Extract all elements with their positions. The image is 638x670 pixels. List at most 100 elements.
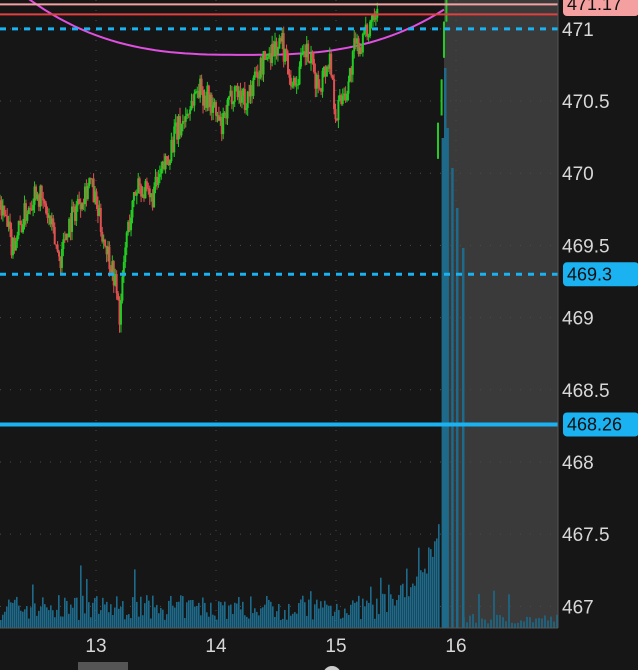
volume-bar	[30, 607, 32, 628]
volume-bar	[274, 616, 276, 628]
volume-bar	[176, 601, 178, 628]
volume-bar	[336, 603, 338, 628]
volume-bar	[172, 605, 174, 628]
volume-bar	[78, 619, 80, 628]
candle-body	[245, 108, 248, 110]
volume-bar	[316, 599, 318, 628]
volume-bar	[34, 603, 36, 628]
volume-bar	[46, 607, 48, 628]
volume-bar	[32, 584, 34, 628]
volume-bar	[376, 598, 378, 628]
x-axis: 13 14 15 16	[85, 636, 466, 657]
volume-bar	[370, 586, 372, 628]
candle-body	[88, 178, 91, 186]
volume-bar	[326, 604, 328, 628]
volume-bar	[142, 615, 144, 628]
volume-bar	[228, 605, 230, 628]
candle-body	[108, 246, 111, 270]
candle-body	[367, 35, 370, 37]
volume-bar	[250, 596, 252, 628]
candle-body	[311, 53, 314, 59]
y-tick-label: 470	[562, 164, 594, 185]
volume-bar	[520, 620, 522, 628]
candle-body	[86, 185, 89, 199]
volume-bar	[252, 613, 254, 628]
volume-bar	[14, 599, 16, 628]
volume-bar	[170, 595, 172, 628]
volume-bar	[380, 577, 382, 628]
volume-bar	[481, 618, 483, 628]
price-chart[interactable]: 467 467.5 468 468.5 469 469.5 470 470.5 471 13 14…	[0, 0, 638, 670]
volume-bar	[412, 583, 414, 628]
candle-body	[294, 78, 297, 86]
volume-bar	[44, 604, 46, 628]
volume-bar	[511, 622, 513, 628]
volume-bar	[472, 614, 474, 628]
volume-bar	[50, 605, 52, 628]
scrollbar[interactable]	[78, 662, 128, 670]
x-tick-label: 15	[325, 636, 346, 657]
volume-bar	[258, 615, 260, 628]
candle-body	[233, 86, 236, 102]
volume-bar	[48, 610, 50, 628]
candle-body	[252, 77, 255, 96]
candle-body	[243, 88, 246, 110]
volume-bar	[200, 615, 202, 628]
volume-bar	[368, 602, 370, 628]
y-tick-label: 467	[562, 597, 594, 618]
price-tag-label: 469.3	[567, 264, 612, 284]
candle-body	[366, 24, 369, 37]
volume-bar	[110, 604, 112, 628]
candle-body	[119, 300, 122, 325]
volume-bar	[478, 593, 480, 628]
candle-body	[180, 123, 183, 136]
volume-bar	[96, 596, 98, 628]
volume-bar	[162, 609, 164, 628]
volume-bar	[338, 610, 340, 628]
candle-body	[130, 217, 133, 231]
candle-body	[153, 186, 156, 208]
volume-bar	[254, 608, 256, 628]
volume-bar	[493, 590, 495, 628]
y-tick-label: 468.5	[562, 381, 610, 402]
volume-bar	[230, 604, 232, 628]
candle-body	[307, 43, 310, 62]
volume-bar	[304, 602, 306, 628]
price-tag-label: 471.17	[567, 0, 622, 14]
candle-body	[341, 95, 344, 104]
volume-bar	[523, 621, 525, 628]
volume-bar	[66, 600, 68, 628]
volume-bar	[58, 595, 60, 628]
candle-body	[19, 220, 22, 224]
price-tag-0: 471.17	[563, 0, 638, 16]
candle-body	[32, 204, 35, 211]
volume-bar	[394, 605, 396, 628]
volume-bar	[262, 607, 264, 628]
candle-body	[226, 99, 229, 119]
volume-bar	[190, 600, 192, 628]
candle-body	[26, 214, 29, 221]
volume-bar	[462, 248, 465, 628]
candle-body	[166, 156, 169, 160]
volume-bar	[300, 599, 302, 628]
candle-body	[158, 173, 161, 178]
volume-bar	[234, 602, 236, 628]
volume-bar	[106, 601, 108, 628]
volume-bar	[114, 607, 116, 628]
volume-bar	[140, 596, 142, 628]
volume-bar	[38, 610, 40, 628]
volume-bar	[94, 597, 96, 628]
scroll-handle[interactable]	[323, 666, 341, 670]
candle-body	[145, 181, 148, 189]
volume-bar	[388, 584, 390, 628]
candle-body	[256, 72, 259, 79]
volume-bar	[354, 602, 356, 628]
volume-bar	[102, 597, 104, 628]
candle-body	[104, 239, 107, 247]
volume-bar	[441, 138, 445, 628]
volume-bar	[246, 616, 248, 628]
volume-bar	[416, 576, 418, 628]
candle-body	[212, 105, 215, 113]
volume-bar	[418, 547, 420, 628]
volume-bar	[280, 619, 282, 628]
